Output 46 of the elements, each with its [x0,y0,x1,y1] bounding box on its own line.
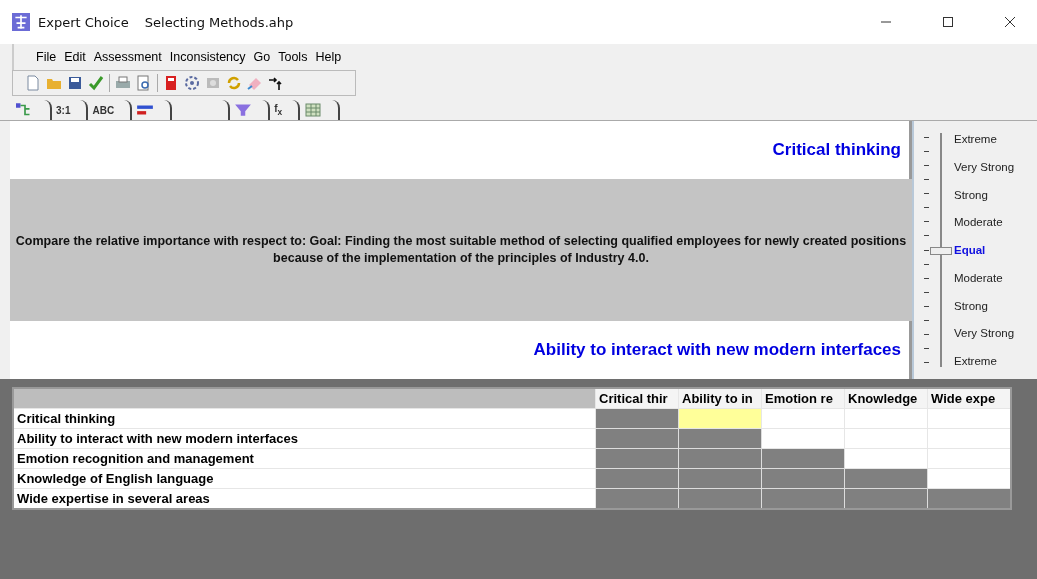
gear-icon[interactable] [184,75,200,91]
scale-label[interactable]: Very Strong [954,327,1015,340]
column-header: Critical thir [595,388,679,409]
refresh-icon[interactable] [226,75,242,91]
arrows-icon[interactable] [268,75,284,91]
column-header: Knowledge [844,388,928,409]
column-header: Ability to in [678,388,762,409]
compared-element: Critical thinking [772,140,901,160]
app-logo-icon [12,13,30,31]
scale-label[interactable]: Strong [954,188,1015,201]
slider-thumb[interactable] [930,247,952,255]
menu-item[interactable]: Inconsistency [169,50,246,64]
row-header: Emotion recognition and management [13,448,596,469]
menu-item[interactable]: Tools [278,50,308,64]
menu-item[interactable]: File [36,50,57,64]
new-file-icon[interactable] [25,75,41,91]
scale-label[interactable]: Moderate [954,271,1015,284]
scale-label[interactable]: Extreme [954,133,1015,145]
printer-icon[interactable] [115,75,131,91]
scale-label[interactable]: Equal [954,244,1015,256]
eraser-icon[interactable] [247,75,263,91]
maximize-icon[interactable] [942,16,954,28]
close-icon[interactable] [1004,16,1016,28]
scale-label[interactable]: Moderate [954,216,1015,229]
comparison-prompt: Compare the relative importance with respect to: Goal: Finding the most suitable method of selecting qualified employees for newly created positions because of the implementation of the principles of Industry 4.0. [14,233,908,267]
menu-item[interactable]: Help [315,50,342,64]
app-name: Expert Choice [38,14,129,30]
print-preview-icon[interactable] [136,75,152,91]
row-header: Ability to interact with new modern interfaces [13,428,596,449]
window-title: Selecting Methods.ahp [144,14,294,30]
column-header: Wide expe [927,388,1011,409]
menu-item[interactable]: Go [253,50,271,64]
scale-label[interactable]: Extreme [954,355,1015,367]
funnel-icon [234,103,253,117]
compared-element: Ability to interact with new modern interfaces [533,340,901,360]
save-icon[interactable] [67,75,83,91]
scale-label[interactable]: Very Strong [954,160,1015,173]
menu-item[interactable]: Edit [64,50,86,64]
bars-icon [136,103,155,117]
grid-icon [304,103,323,117]
column-header: Emotion re [761,388,845,409]
row-header: Knowledge of English language [13,468,596,489]
calculator-icon[interactable] [163,75,179,91]
menu-item[interactable]: Assessment [93,50,162,64]
scale-label[interactable]: Strong [954,299,1015,312]
row-header: Critical thinking [13,408,596,429]
